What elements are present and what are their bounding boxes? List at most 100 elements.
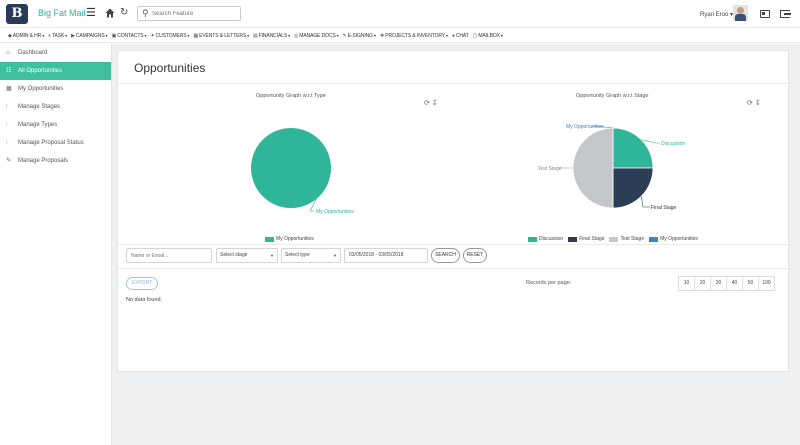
tasks-icon: ≡ <box>48 32 51 39</box>
mailbox-icon: ▢ <box>472 32 478 39</box>
cubes-icon: ❖ <box>379 32 385 39</box>
app-logo[interactable]: B <box>6 4 28 24</box>
legend-item[interactable]: Discussion <box>528 236 563 242</box>
sidebar-item-dashboard[interactable]: ⌂ Dashboard <box>0 44 111 62</box>
stage-select[interactable]: Select stage ▼ <box>216 248 278 263</box>
caret-down-icon: ▾ <box>105 32 108 38</box>
menu-item-campaigns[interactable]: ▶CAMPAIGNS▾ <box>71 32 108 39</box>
chart-legend: Discussion Final Stage Test Stage My Opport… <box>528 236 703 242</box>
page-size-button[interactable]: 100 <box>758 276 775 291</box>
sidebar-item-manage-proposals[interactable]: ✎ Manage Proposals <box>0 152 111 170</box>
sliders-icon: ⫶ <box>6 104 8 110</box>
caret-down-icon: ▾ <box>336 32 339 38</box>
legend-swatch <box>649 236 659 242</box>
menu-item-label: EVENTS & LETTERS <box>199 32 247 39</box>
list-icon: ☷ <box>6 68 12 74</box>
menu-item-projects-inventory[interactable]: ❖PROJECTS & INVENTORY▾ <box>380 33 448 39</box>
legend-item[interactable]: My Opportunities <box>649 236 698 242</box>
pen-icon: ✎ <box>342 32 347 39</box>
calendar-icon: ▦ <box>193 32 199 39</box>
menu-item-mailbox[interactable]: ▢MAILBOX▾ <box>473 33 503 39</box>
pie-data-label: My Opportunities <box>316 209 354 215</box>
shield-icon: ◆ <box>8 32 12 39</box>
sliders-icon: ⫶ <box>6 140 8 146</box>
legend-label: My Opportunities <box>276 236 314 242</box>
menu-item-events-letters[interactable]: ▦EVENTS & LETTERS▾ <box>193 33 249 39</box>
sidebar-item-my-opportunities[interactable]: ▦ My Opportunities <box>0 80 111 98</box>
home-icon[interactable] <box>105 8 115 18</box>
records-per-page-label: Records per page: <box>526 280 572 286</box>
search-button[interactable]: SEARCH <box>431 248 460 263</box>
calendar-icon: ▦ <box>6 86 12 92</box>
stage-select-value: Select stage <box>220 252 248 258</box>
menu-item-financials[interactable]: ▤FINANCIALS▾ <box>253 33 290 39</box>
sidebar-item-label: Manage Proposal Status <box>18 140 84 146</box>
legend-item[interactable]: Final Stage <box>568 236 604 242</box>
caret-down-icon: ▾ <box>373 32 376 38</box>
refresh-chart-icon[interactable]: ⟳ <box>747 100 753 107</box>
megaphone-icon: ▶ <box>71 32 75 39</box>
reset-button[interactable]: RESET <box>463 248 487 263</box>
menu-item-label: TASK <box>51 32 65 39</box>
menu-item-e-signing[interactable]: ✎E-SIGNING▾ <box>343 33 376 39</box>
sidebar-item-label: Manage Proposals <box>18 158 69 164</box>
type-select[interactable]: Select type ▼ <box>281 248 341 263</box>
type-select-value: Select type <box>285 252 310 258</box>
document-icon: ◎ <box>294 32 299 39</box>
legend-label: Final Stage <box>579 236 605 242</box>
divider <box>118 244 788 245</box>
page-size-button[interactable]: 10 <box>678 276 695 291</box>
id-card-icon[interactable] <box>760 10 770 18</box>
menu-item-label: MAILBOX <box>478 32 500 39</box>
sidebar-item-label: Manage Stages <box>18 104 61 110</box>
content-area: Opportunities Opportunity Graph w.r.t Ty… <box>112 44 800 445</box>
sidebar-item-manage-stages[interactable]: ⫶ Manage Stages <box>0 98 111 116</box>
legend-swatch <box>528 236 537 242</box>
chat-icon: ● <box>451 32 455 39</box>
pencil-icon: ✎ <box>6 158 12 164</box>
search-box: ⚲ <box>137 6 241 21</box>
menu-item-label: CHAT <box>455 32 469 39</box>
sidebar-item-label: Manage Types <box>18 122 58 128</box>
hamburger-menu-icon[interactable]: ☰ <box>86 6 96 19</box>
legend-item[interactable]: My Opportunities <box>265 236 314 242</box>
menu-item-chat[interactable]: ●CHAT <box>452 33 469 39</box>
page-size-button[interactable]: 30 <box>710 276 727 291</box>
menu-item-manage-docs[interactable]: ◎MANAGE DOCS▾ <box>294 33 339 39</box>
menu-item-contacts[interactable]: ▣CONTACTS▾ <box>112 33 147 39</box>
sidebar-item-manage-proposal-status[interactable]: ⫶ Manage Proposal Status <box>0 134 111 152</box>
sidebar-item-manage-types[interactable]: ⫶ Manage Types <box>0 116 111 134</box>
menu-item-customers[interactable]: ✦CUSTOMERS▾ <box>150 33 189 39</box>
page-size-button[interactable]: 20 <box>694 276 711 291</box>
chevron-down-icon: ▼ <box>270 253 274 258</box>
chart-title: Opportunity Graph w.r.t Stage <box>576 93 649 99</box>
menu-item-label: CONTACTS <box>117 32 144 39</box>
avatar[interactable] <box>733 5 748 21</box>
name-email-input[interactable] <box>126 248 212 263</box>
contacts-icon: ▣ <box>111 32 117 39</box>
legend-item[interactable]: Test Stage <box>609 236 644 242</box>
sidebar-item-all-opportunities[interactable]: ☷ All Opportunities <box>0 62 111 80</box>
brand-name[interactable]: Big Fat Mail <box>38 8 86 18</box>
user-menu[interactable]: Ryan Eroo ▾ <box>700 11 733 18</box>
page-size-button[interactable]: 50 <box>742 276 759 291</box>
export-button[interactable]: EXPORT <box>126 277 158 290</box>
home-icon: ⌂ <box>6 50 10 56</box>
sidebar-item-label: Dashboard <box>18 50 48 56</box>
pie-slice[interactable] <box>251 128 331 208</box>
search-input[interactable] <box>152 8 238 19</box>
menu-item-label: E-SIGNING <box>347 32 373 39</box>
download-icon[interactable]: ↧ <box>755 100 761 107</box>
page-size-options: 10 20 30 40 50 100 <box>678 276 775 291</box>
logout-icon[interactable] <box>780 10 791 18</box>
menu-item-task[interactable]: ≡TASK▾ <box>48 33 67 39</box>
menu-item-admin-hr[interactable]: ◆ADMIN & HR▾ <box>8 33 44 39</box>
caret-down-icon: ▾ <box>247 32 250 38</box>
caret-down-icon: ▾ <box>42 32 45 38</box>
page-size-button[interactable]: 40 <box>726 276 743 291</box>
menu-item-label: MANAGE DOCS <box>299 32 336 39</box>
chart-legend: My Opportunities <box>265 236 319 242</box>
empty-state-text: No data found. <box>126 297 163 303</box>
date-range-input[interactable]: 03/05/2018 - 03/05/2018 <box>344 248 428 263</box>
refresh-icon[interactable]: ↻ <box>120 7 128 18</box>
